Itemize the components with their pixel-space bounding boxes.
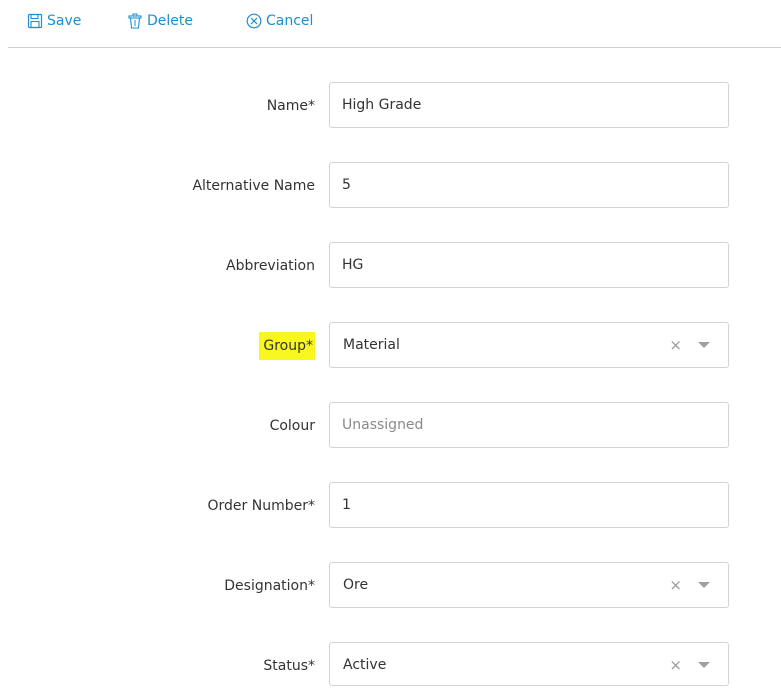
colour-field[interactable] — [329, 402, 729, 448]
chevron-down-icon[interactable] — [698, 662, 710, 668]
alternative-name-label: Alternative Name — [192, 178, 315, 194]
group-label: Group* — [259, 332, 315, 360]
toolbar-divider — [8, 47, 781, 48]
status-select[interactable]: Active × — [329, 642, 729, 686]
toolbar: Save Delete Cancel — [0, 0, 781, 48]
abbreviation-field[interactable] — [329, 242, 729, 288]
chevron-down-icon[interactable] — [698, 342, 710, 348]
delete-label: Delete — [147, 13, 193, 29]
alternative-name-field[interactable] — [329, 162, 729, 208]
abbreviation-label: Abbreviation — [226, 258, 315, 274]
clear-icon[interactable]: × — [669, 563, 682, 607]
trash-icon — [127, 13, 143, 29]
form-row-name: Name* — [0, 82, 781, 130]
form-row-alternative-name: Alternative Name — [0, 162, 781, 210]
clear-icon[interactable]: × — [669, 643, 682, 687]
cancel-button[interactable]: Cancel — [246, 10, 313, 32]
designation-label: Designation* — [224, 578, 315, 594]
delete-button[interactable]: Delete — [127, 10, 193, 32]
form-row-group: Group* Material × — [0, 322, 781, 370]
clear-icon[interactable]: × — [669, 323, 682, 367]
colour-label: Colour — [269, 418, 315, 434]
save-button[interactable]: Save — [27, 10, 81, 32]
cancel-label: Cancel — [266, 13, 314, 29]
group-select-value: Material — [343, 337, 400, 353]
form-row-colour: Colour — [0, 402, 781, 450]
designation-select-value: Ore — [343, 577, 369, 593]
form-row-status: Status* Active × — [0, 642, 781, 690]
order-number-field[interactable] — [329, 482, 729, 528]
form-row-designation: Designation* Ore × — [0, 562, 781, 610]
form-row-order-number: Order Number* — [0, 482, 781, 530]
save-label: Save — [47, 13, 82, 29]
form-row-abbreviation: Abbreviation — [0, 242, 781, 290]
floppy-disk-icon — [27, 13, 43, 29]
chevron-down-icon[interactable] — [698, 582, 710, 588]
order-number-label: Order Number* — [207, 498, 315, 514]
name-field[interactable] — [329, 82, 729, 128]
designation-select[interactable]: Ore × — [329, 562, 729, 608]
status-label: Status* — [263, 658, 315, 674]
status-select-value: Active — [343, 657, 387, 673]
name-label: Name* — [266, 98, 315, 114]
circle-x-icon — [246, 13, 262, 29]
group-select[interactable]: Material × — [329, 322, 729, 368]
